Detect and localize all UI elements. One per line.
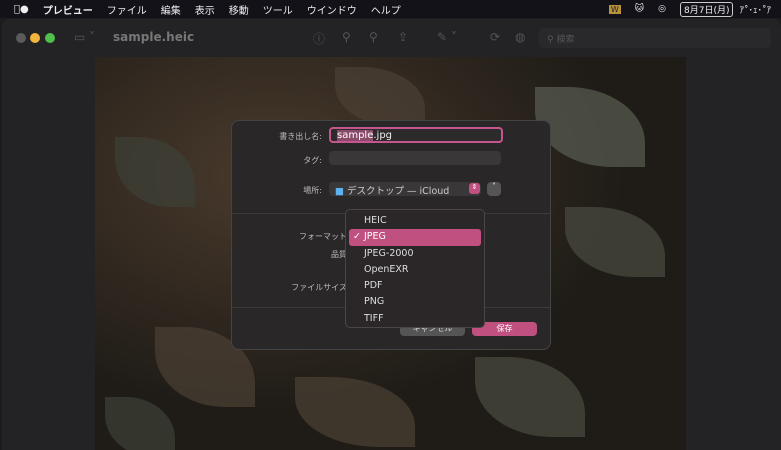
zoom-button[interactable] — [45, 33, 55, 43]
annotate-icon[interactable]: ◍ — [515, 30, 525, 44]
menu-bar: ● プレビュー ファイル 編集 表示 移動 ツール ウインドウ ヘルプ W 🐱… — [0, 0, 781, 18]
format-option-openexr[interactable]: OpenEXR — [349, 262, 481, 278]
format-dropdown-menu: HEIC ✓ JPEG JPEG-2000 OpenEXR PDF PNG TIF… — [345, 209, 485, 328]
format-option-tiff[interactable]: TIFF — [349, 311, 481, 327]
filesize-label: ファイルサイズ — [291, 283, 347, 292]
menu-view[interactable]: 表示 — [195, 2, 215, 17]
markup-icon[interactable]: ✎ ˅ — [437, 30, 457, 44]
window-title: sample.heic — [113, 30, 195, 44]
zoom-in-icon[interactable]: ⚲ — [369, 30, 378, 44]
menu-help[interactable]: ヘルプ — [371, 2, 401, 17]
sidebar-icon[interactable]: ▭ ˅ — [74, 30, 95, 44]
zoom-out-icon[interactable]: ⚲ — [342, 30, 351, 44]
location-label: 場所: — [303, 186, 322, 195]
format-option-jpeg-2000[interactable]: JPEG-2000 — [349, 246, 481, 262]
folder-icon: ■ — [335, 186, 347, 197]
apple-menu-icon[interactable]: ● — [14, 4, 29, 15]
date[interactable]: 8月7日(月) — [680, 1, 734, 17]
menu-go[interactable]: 移動 — [229, 2, 249, 17]
search-input[interactable]: ⚲ 検索 — [539, 28, 771, 48]
export-name-label: 書き出し名: — [279, 132, 322, 141]
share-icon[interactable]: ⇪ — [398, 30, 408, 44]
tag-input[interactable] — [329, 151, 501, 165]
minimize-button[interactable] — [30, 33, 40, 43]
time[interactable]: ｱ˚･ｪ･˚ｱ — [739, 3, 771, 16]
checkmark-icon: ✓ — [353, 231, 361, 243]
app-status-icon[interactable]: W — [608, 4, 621, 14]
menu-window[interactable]: ウインドウ — [307, 2, 357, 17]
circle-status-icon[interactable]: ◎ — [658, 4, 666, 14]
location-select[interactable]: ■ デスクトップ — iCloud ⇕ — [329, 182, 481, 197]
format-option-heic[interactable]: HEIC — [349, 213, 481, 229]
title-bar: ▭ ˅ sample.heic ⓘ ⚲ ⚲ ⇪ ✎ ˅ ⟳ ◍ ⚲ 検索 — [2, 19, 781, 57]
filename-input[interactable]: sample.jpg — [329, 127, 503, 143]
menu-file[interactable]: ファイル — [107, 2, 147, 17]
rotate-icon[interactable]: ⟳ — [490, 30, 500, 44]
cat-status-icon[interactable]: 🐱 — [635, 4, 644, 14]
info-icon[interactable]: ⓘ — [313, 30, 325, 47]
menu-edit[interactable]: 編集 — [161, 2, 181, 17]
menu-tools[interactable]: ツール — [263, 2, 293, 17]
format-option-jpeg[interactable]: ✓ JPEG — [349, 229, 481, 246]
updown-chevron-icon: ⇕ — [469, 183, 480, 194]
expand-button[interactable]: ˅ — [487, 182, 501, 196]
format-option-pdf[interactable]: PDF — [349, 278, 481, 294]
close-button[interactable] — [16, 33, 26, 43]
quality-label: 品質 — [331, 250, 347, 259]
format-option-png[interactable]: PNG — [349, 294, 481, 310]
tag-label: タグ: — [303, 156, 322, 165]
menu-preview[interactable]: プレビュー — [43, 2, 93, 17]
format-label: フォーマット — [299, 232, 347, 241]
